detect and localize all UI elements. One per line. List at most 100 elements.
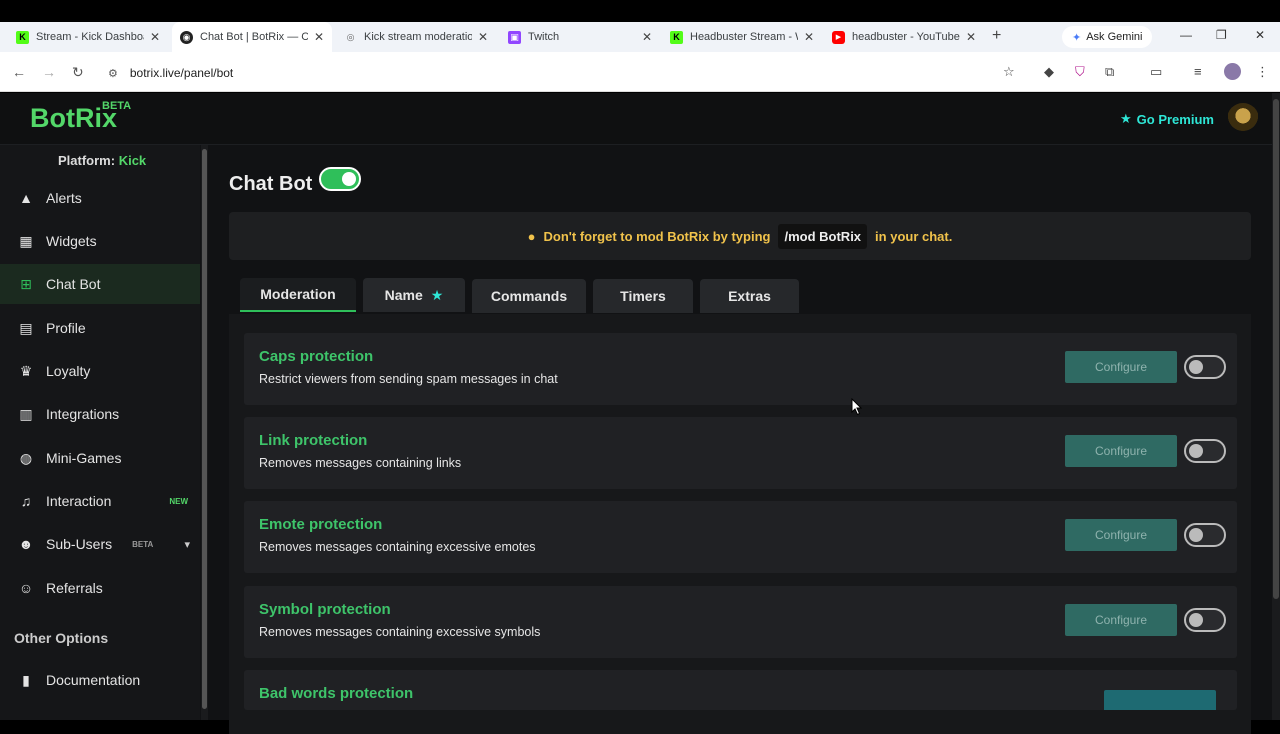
chat-bot-toggle[interactable] [319, 167, 361, 191]
forward-icon[interactable]: → [42, 64, 56, 80]
sidebar-item-alerts[interactable]: ▲ Alerts [0, 178, 200, 218]
profile-avatar[interactable] [1224, 63, 1241, 80]
card-description: Removes messages containing excessive em… [259, 540, 536, 554]
close-window-icon[interactable]: ✕ [1255, 28, 1265, 42]
close-icon[interactable]: ✕ [642, 30, 652, 44]
configure-button[interactable]: Configure [1065, 604, 1177, 636]
media-controls-icon[interactable]: ≡ [1194, 64, 1202, 79]
tab-extras[interactable]: Extras [700, 279, 799, 313]
mouse-cursor-icon [851, 398, 863, 416]
close-icon[interactable]: ✕ [150, 30, 160, 44]
sidebar-item-profile[interactable]: ▤ Profile [0, 308, 200, 348]
card-title: Link protection [259, 432, 368, 449]
sidebar-item-integrations[interactable]: ▥ Integrations [0, 394, 200, 434]
browser-tab-botrix[interactable]: ◉ Chat Bot | BotRix — Ch ✕ [172, 22, 332, 52]
sidebar-item-referrals[interactable]: ☺ Referrals [0, 568, 200, 608]
site-settings-icon[interactable]: ⚙ [108, 67, 118, 80]
configure-button[interactable]: Configure [1065, 519, 1177, 551]
sidebar-item-label: Widgets [46, 233, 97, 249]
warning-icon: ▲ [19, 190, 33, 206]
tab-timers[interactable]: Timers [593, 279, 693, 313]
restore-icon[interactable]: ❐ [1216, 28, 1227, 42]
close-icon[interactable]: ✕ [804, 30, 814, 44]
chevron-down-icon[interactable]: ▾ [184, 538, 190, 551]
sidebar-item-widgets[interactable]: ▦ Widgets [0, 221, 200, 261]
tab-label: Extras [728, 288, 771, 304]
sidebar-item-label: Alerts [46, 190, 82, 206]
symbol-protection-toggle[interactable] [1184, 608, 1226, 632]
extension-icon[interactable]: ◆ [1044, 64, 1054, 80]
sidebar-item-sub-users[interactable]: ☻ Sub-Users BETA ▾ [0, 524, 200, 564]
close-icon[interactable]: ✕ [966, 30, 976, 44]
botrix-logo[interactable]: BotRix BETA [30, 100, 131, 134]
tab-moderation[interactable]: Moderation [240, 278, 356, 312]
new-tab-button[interactable]: + [992, 27, 1001, 45]
address-bar[interactable]: ⚙ botrix.live/panel/bot [100, 59, 1030, 87]
moderation-panel: Caps protection Restrict viewers from se… [229, 314, 1251, 734]
tab-label: Commands [490, 288, 568, 304]
configure-button[interactable]: Configure [1065, 435, 1177, 467]
sidebar-item-label: Profile [46, 320, 86, 336]
scrollbar-thumb[interactable] [1273, 99, 1279, 599]
tab-label: Name [384, 287, 423, 303]
sidebar-scrollbar[interactable] [201, 145, 208, 720]
sidebar-item-label: Loyalty [46, 363, 91, 379]
tab-label: Moderation [260, 286, 336, 302]
emote-protection-toggle[interactable] [1184, 523, 1226, 547]
link-protection-card: Link protection Removes messages contain… [244, 417, 1237, 489]
app-header: BotRix BETA ★ Go Premium [0, 93, 1272, 145]
reload-icon[interactable]: ↻ [72, 64, 84, 81]
page-scrollbar[interactable] [1272, 93, 1280, 720]
user-avatar[interactable] [1227, 103, 1259, 135]
configure-button[interactable]: Configure [1065, 351, 1177, 383]
grid-icon: ▦ [19, 232, 33, 249]
card-title: Symbol protection [259, 601, 391, 618]
cast-icon[interactable]: ▭ [1150, 64, 1162, 80]
ublock-icon[interactable]: ⛉ [1075, 64, 1085, 80]
go-premium-button[interactable]: ★ Go Premium [1120, 111, 1214, 127]
sidebar-item-label: Documentation [46, 672, 141, 688]
caps-protection-card: Caps protection Restrict viewers from se… [244, 333, 1237, 405]
back-icon[interactable]: ← [12, 64, 26, 80]
tab-name[interactable]: Name ★ [363, 278, 465, 312]
sidebar-item-interaction[interactable]: ♫ Interaction NEW [0, 481, 200, 521]
trophy-icon: ♛ [19, 362, 33, 379]
sidebar-item-loyalty[interactable]: ♛ Loyalty [0, 351, 200, 391]
beta-badge: BETA [132, 539, 154, 549]
sidebar-item-documentation[interactable]: ▮ Documentation [0, 660, 200, 700]
browser-tab-kick-dashboard[interactable]: K Stream - Kick Dashboard ✕ [8, 24, 168, 50]
browser-tab-headbuster-stream[interactable]: K Headbuster Stream - W ✕ [662, 24, 822, 50]
kebab-menu-icon[interactable]: ⋮ [1256, 64, 1269, 80]
card-description: Removes messages containing excessive sy… [259, 625, 541, 639]
link-protection-toggle[interactable] [1184, 439, 1226, 463]
close-icon[interactable]: ✕ [314, 30, 324, 44]
notice-text-end: in your chat. [875, 228, 953, 244]
puzzle-icon: ▥ [19, 405, 33, 422]
sidebar-item-mini-games[interactable]: ◍ Mini-Games [0, 438, 200, 478]
scrollbar-thumb[interactable] [202, 149, 207, 709]
browser-tab-youtube[interactable]: ▶ headbuster - YouTube ✕ [824, 24, 984, 50]
bad-words-protection-card: Bad words protection [244, 670, 1237, 710]
browser-tab-twitch[interactable]: ▣ Twitch ✕ [500, 24, 660, 50]
new-badge: NEW [169, 496, 188, 506]
notice-text: Don't forget to mod BotRix by typing [543, 228, 771, 244]
tab-commands[interactable]: Commands [472, 279, 586, 313]
caps-protection-toggle[interactable] [1184, 355, 1226, 379]
sidebar-item-chat-bot[interactable]: ⊞ Chat Bot [0, 264, 200, 304]
ask-gemini-button[interactable]: ✦ Ask Gemini [1062, 26, 1153, 48]
youtube-icon: ▶ [832, 30, 845, 44]
browser-tab-kick-moderation[interactable]: ◎ Kick stream moderation ✕ [336, 24, 496, 50]
extensions-puzzle-icon[interactable]: ⧉ [1105, 64, 1114, 80]
kick-icon: K [670, 30, 683, 44]
sidebar-item-label: Mini-Games [46, 450, 122, 466]
close-icon[interactable]: ✕ [478, 30, 488, 44]
sidebar-item-label: Referrals [46, 580, 103, 596]
kick-icon: K [16, 30, 29, 44]
minimize-icon[interactable]: — [1180, 28, 1192, 42]
robot-icon: ⊞ [20, 275, 32, 292]
bookmark-star-icon[interactable]: ☆ [1003, 64, 1015, 80]
toggle-knob [342, 172, 356, 186]
configure-button-partial[interactable] [1104, 690, 1216, 710]
logo-beta-badge: BETA [102, 100, 132, 112]
people-icon: ☺ [18, 580, 34, 596]
